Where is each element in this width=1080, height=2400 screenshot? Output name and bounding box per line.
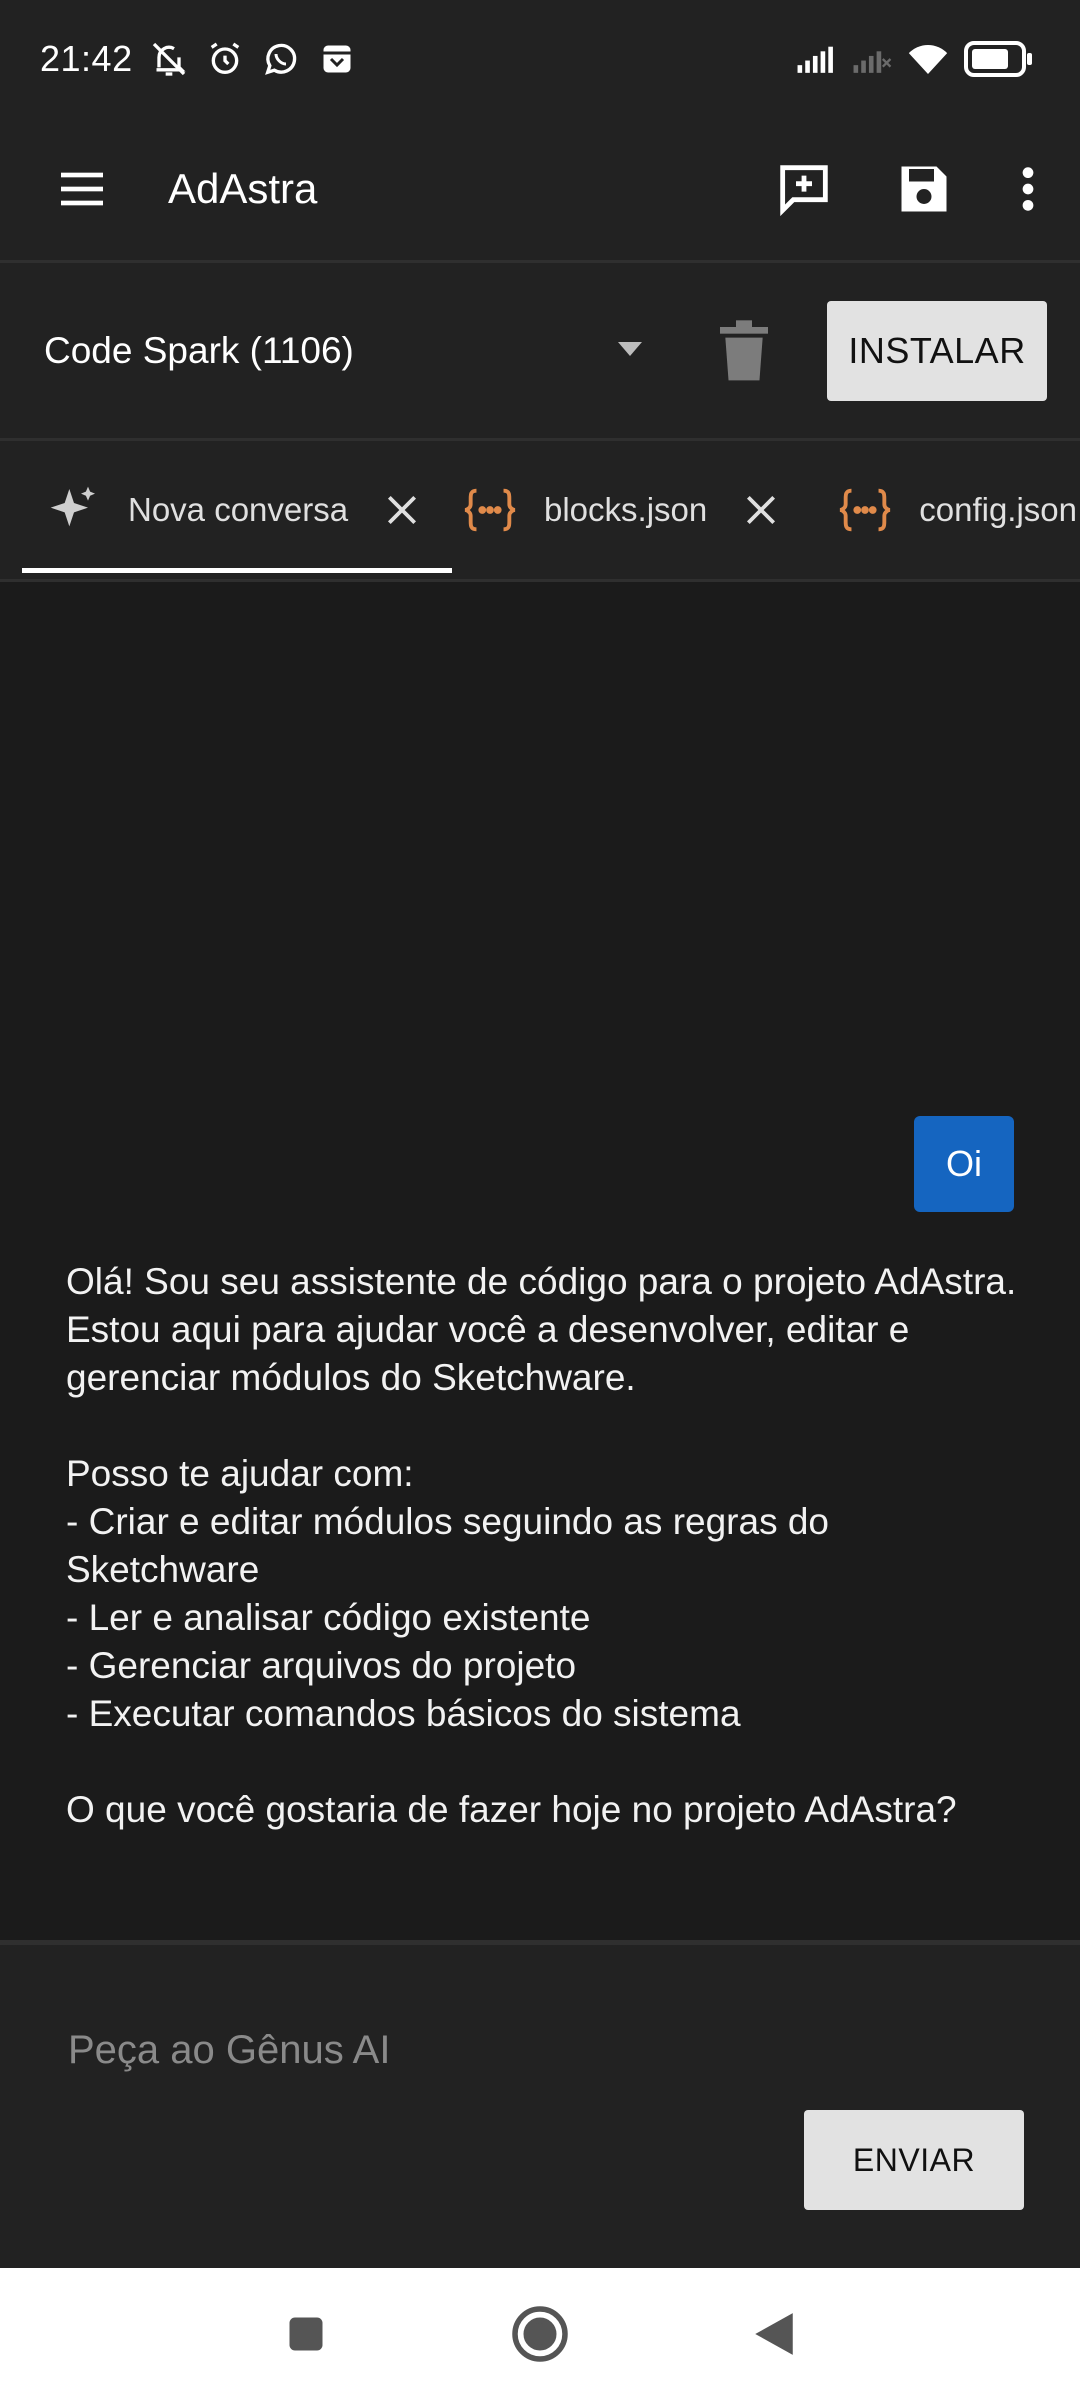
- assistant-message: Olá! Sou seu assistente de código para o…: [66, 1261, 1017, 1830]
- project-selector[interactable]: Code Spark (1106): [44, 330, 644, 372]
- recents-icon[interactable]: [274, 2302, 338, 2366]
- app-bar: AdAstra: [0, 118, 1080, 260]
- save-icon[interactable]: [892, 157, 956, 221]
- new-chat-icon[interactable]: [772, 157, 836, 221]
- close-icon[interactable]: [737, 486, 785, 534]
- app-bar-actions: [772, 157, 1044, 221]
- more-vert-icon[interactable]: [1012, 157, 1044, 221]
- close-icon[interactable]: [378, 486, 426, 534]
- composer: ENVIAR: [0, 1945, 1080, 2268]
- muted-bell-icon: [149, 39, 189, 79]
- status-bar-right: [796, 39, 1034, 79]
- project-row: Code Spark (1106) INSTALAR: [0, 263, 1080, 438]
- tab-label: config.json: [919, 491, 1078, 528]
- project-selected-label: Code Spark (1106): [44, 329, 354, 371]
- menu-icon[interactable]: [50, 157, 114, 221]
- json-braces-icon: [460, 480, 520, 540]
- prompt-input[interactable]: [66, 2015, 1006, 2085]
- alarm-icon: [205, 39, 245, 79]
- dropdown-arrow-icon: [616, 338, 644, 363]
- tab-label: blocks.json: [544, 491, 708, 528]
- app-title: AdAstra: [168, 165, 318, 212]
- active-tab-indicator: [22, 568, 452, 573]
- whatsapp-icon: [261, 39, 301, 79]
- status-bar-left: 21:42: [40, 38, 357, 80]
- tab-config-json[interactable]: config.json: [785, 441, 1077, 579]
- signal-icon: [796, 39, 836, 79]
- install-button[interactable]: INSTALAR: [827, 300, 1047, 401]
- tab-label: Nova conversa: [128, 491, 349, 528]
- json-braces-icon: [835, 480, 895, 540]
- archive-icon: [317, 39, 357, 79]
- battery-icon: [964, 39, 1034, 79]
- signal-no-service-icon: [852, 39, 892, 79]
- status-bar: 21:42: [0, 0, 1080, 118]
- delete-icon[interactable]: [704, 311, 784, 391]
- tab-nova-conversa[interactable]: Nova conversa: [0, 441, 452, 579]
- wifi-icon: [908, 39, 948, 79]
- home-icon[interactable]: [508, 2302, 572, 2366]
- chat-area[interactable]: Oi Olá! Sou seu assistente de código par…: [0, 582, 1080, 1940]
- back-icon[interactable]: [742, 2302, 806, 2366]
- sparkle-icon: [44, 480, 104, 540]
- user-message-bubble: Oi: [914, 1116, 1014, 1212]
- tab-bar: Nova conversa blocks.json config.json: [0, 441, 1080, 579]
- tab-blocks-json[interactable]: blocks.json: [430, 441, 785, 579]
- status-time: 21:42: [40, 38, 133, 79]
- send-button[interactable]: ENVIAR: [804, 2110, 1024, 2210]
- system-nav-bar: [0, 2268, 1080, 2400]
